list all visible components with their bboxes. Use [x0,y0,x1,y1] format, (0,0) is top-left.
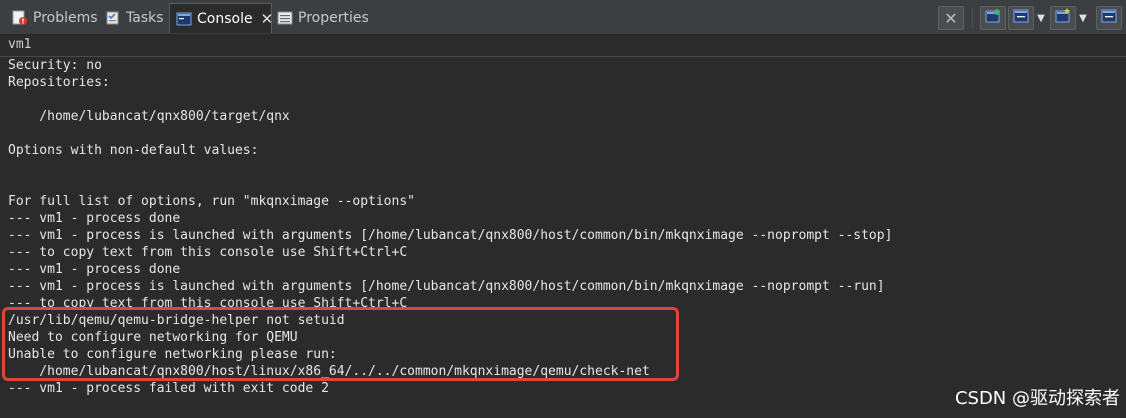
close-icon[interactable]: ✕ [261,10,274,28]
console-line: --- vm1 - process is launched with argum… [8,279,885,294]
console-name: vm1 [0,35,1126,57]
pin-console-button[interactable] [1008,6,1034,30]
console-line: --- to copy text from this console use S… [8,245,408,260]
problems-icon [12,10,28,26]
view-tab-bar: Problems Tasks Console ✕ Properties ✕ ▼ … [0,0,1126,35]
display-selected-console-icon [985,8,1001,28]
console-output[interactable]: Security: no Repositories: /home/lubanca… [0,57,1126,418]
tab-problems[interactable]: Problems [12,3,98,33]
chevron-down-icon[interactable]: ▼ [1034,6,1048,30]
console-line: --- vm1 - process failed with exit code … [8,381,329,396]
tab-tasks[interactable]: Tasks [105,3,164,33]
minimize-button[interactable] [1096,6,1122,30]
console-line: For full list of options, run "mkqnximag… [8,194,415,209]
console-line: /home/lubancat/qnx800/host/linux/x86_64/… [8,364,650,379]
toolbar-separator [972,8,973,28]
open-console-icon [1055,8,1071,28]
tab-label: Console [197,10,253,27]
tab-properties[interactable]: Properties [277,3,369,33]
pin-console-icon [1013,8,1029,28]
chevron-down-icon[interactable]: ▼ [1076,6,1090,30]
console-line: Unable to configure networking please ru… [8,347,337,362]
tab-label: Problems [33,10,98,26]
console-icon [176,11,192,27]
tasks-icon [105,10,121,26]
console-line: --- to copy text from this console use S… [8,296,408,311]
console-line: --- vm1 - process done [8,211,181,226]
console-line: Need to configure networking for QEMU [8,330,298,345]
console-line: Repositories: [8,75,110,90]
display-selected-console-button[interactable] [980,6,1006,30]
terminate-button[interactable]: ✕ [938,6,964,30]
minimize-icon [1101,8,1117,28]
console-line: Options with non-default values: [8,143,259,158]
console-line: --- vm1 - process is launched with argum… [8,228,893,243]
watermark: CSDN @驱动探索者 [954,388,1120,409]
tab-console[interactable]: Console ✕ [169,3,274,33]
console-line: --- vm1 - process done [8,262,181,277]
console-line: Security: no [8,58,102,73]
terminate-icon: ✕ [944,8,958,28]
console-line: /home/lubancat/qnx800/target/qnx [8,109,290,124]
properties-icon [277,10,293,26]
open-console-button[interactable] [1050,6,1076,30]
console-line: /usr/lib/qemu/qemu-bridge-helper not set… [8,313,345,328]
tab-label: Tasks [126,10,164,26]
tab-label: Properties [298,10,369,26]
